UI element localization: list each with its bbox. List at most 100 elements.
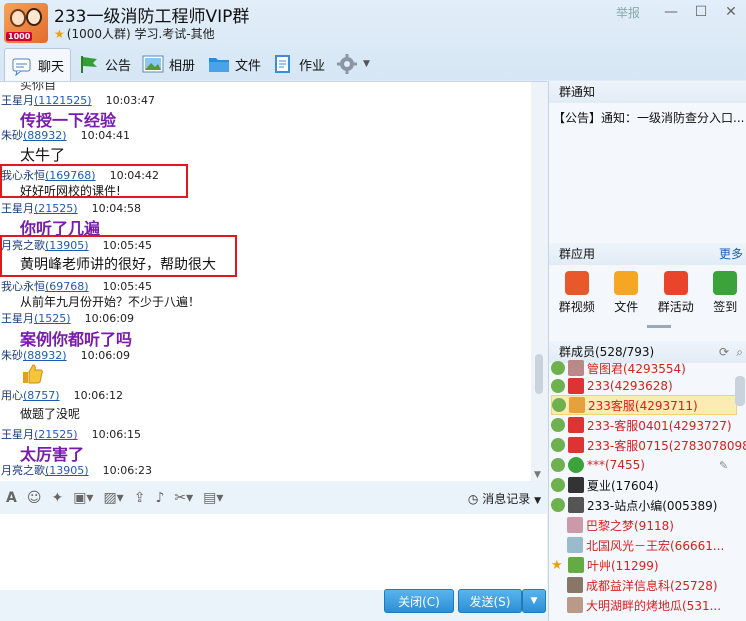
member-avatar (568, 477, 584, 493)
message-header: 王星月(1525) 10:06:09 (1, 310, 134, 326)
send-button[interactable]: 发送(S) (458, 589, 522, 613)
member-row[interactable]: 233-站点小编(005389) (551, 495, 717, 515)
sender-qq[interactable]: (1121525) (34, 94, 92, 107)
sender-qq[interactable]: (21525) (34, 428, 78, 441)
message-header: 我心永恒(69768) 10:05:45 (1, 278, 152, 294)
tab-announcement[interactable]: 公告 (72, 48, 137, 80)
member-row[interactable]: 巴黎之梦(9118) (567, 515, 674, 535)
close-button[interactable]: 关闭(C) (384, 589, 454, 613)
sender-name[interactable]: 用心 (1, 389, 23, 402)
tab-homework[interactable]: 作业 (266, 48, 331, 80)
member-row[interactable]: 夏业(17604) (551, 475, 659, 495)
pager-dots[interactable] (647, 325, 671, 328)
send-options-button[interactable]: ▼ (522, 589, 546, 613)
member-row[interactable]: ★ 叶艸(11299) (551, 555, 659, 575)
member-avatar (568, 457, 584, 473)
message-time: 10:06:23 (102, 464, 152, 477)
photo-icon (142, 54, 164, 74)
message-input[interactable] (0, 514, 547, 590)
message-time: 10:04:58 (91, 202, 141, 215)
magic-icon[interactable]: ✦ (51, 490, 63, 506)
tab-chat[interactable]: 聊天 (4, 48, 72, 82)
minimize-icon[interactable]: — (656, 4, 686, 21)
member-row[interactable]: 233-客服0715(2783078098) (551, 435, 746, 455)
message-header: 王星月(1121525) 10:03:47 (1, 92, 155, 108)
sender-name[interactable]: 月亮之歌 (1, 464, 45, 477)
sender-qq[interactable]: (88932) (23, 129, 67, 142)
more-icon[interactable]: ▤▾ (203, 490, 223, 506)
chat-scrollbar[interactable]: ▼ (531, 82, 547, 481)
window-controls: 举报 — ☐ ✕ (610, 4, 746, 21)
sender-qq[interactable]: (1525) (34, 312, 71, 325)
app-group-activity[interactable]: 群活动 (658, 271, 694, 315)
member-row[interactable]: 233(4293628) (551, 376, 673, 396)
folder-icon (614, 271, 639, 295)
chat-history[interactable]: 买你自 王星月(1121525) 10:03:47 传授一下经验 朱砂(88932… (0, 81, 547, 481)
app-group-video[interactable]: 群视频 (559, 271, 595, 315)
gift-icon[interactable]: ▣▾ (73, 490, 93, 506)
search-icon[interactable]: ⌕ (736, 341, 743, 363)
tab-album-label: 相册 (169, 58, 196, 74)
tab-album[interactable]: 相册 (136, 48, 201, 80)
refresh-icon[interactable]: ⟳ (719, 341, 729, 363)
member-row[interactable]: 233-客服0401(4293727) (551, 415, 732, 435)
sender-name[interactable]: 朱砂 (1, 129, 23, 142)
report-button[interactable]: 举报 (610, 4, 646, 21)
sender-name[interactable]: 朱砂 (1, 349, 23, 362)
sender-qq[interactable]: (69768) (45, 280, 89, 293)
group-title: 233一级消防工程师VIP群 (54, 7, 250, 27)
message-header: 月亮之歌(13905) 10:06:23 (1, 462, 152, 478)
apps-more-link[interactable]: 更多 (719, 243, 743, 265)
member-row[interactable]: 大明湖畔的烤地瓜(531... (567, 595, 721, 615)
scroll-down-icon[interactable]: ▼ (534, 470, 541, 480)
member-row[interactable]: 管图君(4293554) (551, 358, 686, 378)
sender-qq[interactable]: (13905) (45, 464, 89, 477)
member-name: ***(7455) (587, 458, 645, 472)
app-check-in[interactable]: 签到 (713, 271, 737, 315)
chevron-down-icon: ▼ (534, 496, 541, 506)
star-icon: ★ (551, 557, 563, 573)
member-row[interactable]: 233客服(4293711) (551, 395, 737, 415)
flag-icon (78, 54, 100, 74)
message-header: 王星月(21525) 10:06:15 (1, 426, 141, 442)
maximize-icon[interactable]: ☐ (686, 4, 716, 21)
app-files[interactable]: 文件 (614, 271, 638, 315)
settings-menu[interactable]: ▼ (330, 48, 376, 80)
sender-qq[interactable]: (169768) (45, 169, 96, 182)
sender-name[interactable]: 王星月 (1, 312, 34, 325)
sender-qq[interactable]: (21525) (34, 202, 78, 215)
sender-name[interactable]: 王星月 (1, 94, 34, 107)
sender-name[interactable]: 王星月 (1, 202, 34, 215)
sender-qq[interactable]: (88932) (23, 349, 67, 362)
member-name: 巴黎之梦(9118) (586, 518, 674, 533)
notice-text[interactable]: 【公告】通知：一级消防查分入口... (553, 109, 745, 126)
emoji-icon[interactable]: ☺ (27, 490, 42, 506)
member-row[interactable]: 成都益洋信息科(25728) (567, 575, 718, 595)
members-scrollbar[interactable] (735, 376, 745, 406)
group-toolbar: 聊天 公告 相册 文件 作业 ▼ (0, 46, 746, 82)
chat-scrollbar-thumb[interactable] (535, 354, 543, 394)
sender-name[interactable]: 月亮之歌 (1, 239, 45, 252)
input-toolbar: A ☺ ✦ ▣▾ ▨▾ ⇪ ♪ ✂▾ ▤▾ ◷ 消息记录 ▼ (0, 482, 547, 514)
tab-files[interactable]: 文件 (202, 48, 267, 80)
person-icon (552, 398, 566, 412)
sender-qq[interactable]: (8757) (23, 389, 60, 402)
member-row[interactable]: 北国风光－王宏(66661... (567, 535, 724, 555)
notice-header: 群通知 (549, 81, 746, 103)
group-avatar[interactable]: 1000 (4, 3, 48, 43)
member-name: 北国风光－王宏(66661... (586, 538, 725, 553)
member-row[interactable]: ***(7455) (551, 455, 645, 475)
message-history-button[interactable]: ◷ 消息记录 ▼ (468, 490, 541, 507)
voice-icon[interactable]: ♪ (155, 490, 164, 506)
sender-qq[interactable]: (13905) (45, 239, 89, 252)
sender-name[interactable]: 我心永恒 (1, 169, 45, 182)
close-icon[interactable]: ✕ (716, 4, 746, 21)
screenshot-icon[interactable]: ✂▾ (174, 490, 193, 506)
sender-name[interactable]: 我心永恒 (1, 280, 45, 293)
font-icon[interactable]: A (6, 490, 17, 506)
avatar-face-right (26, 8, 42, 26)
upload-icon[interactable]: ⇪ (134, 490, 146, 506)
sender-name[interactable]: 王星月 (1, 428, 34, 441)
image-icon[interactable]: ▨▾ (103, 490, 123, 506)
edit-icon[interactable]: ✎ (719, 459, 728, 472)
